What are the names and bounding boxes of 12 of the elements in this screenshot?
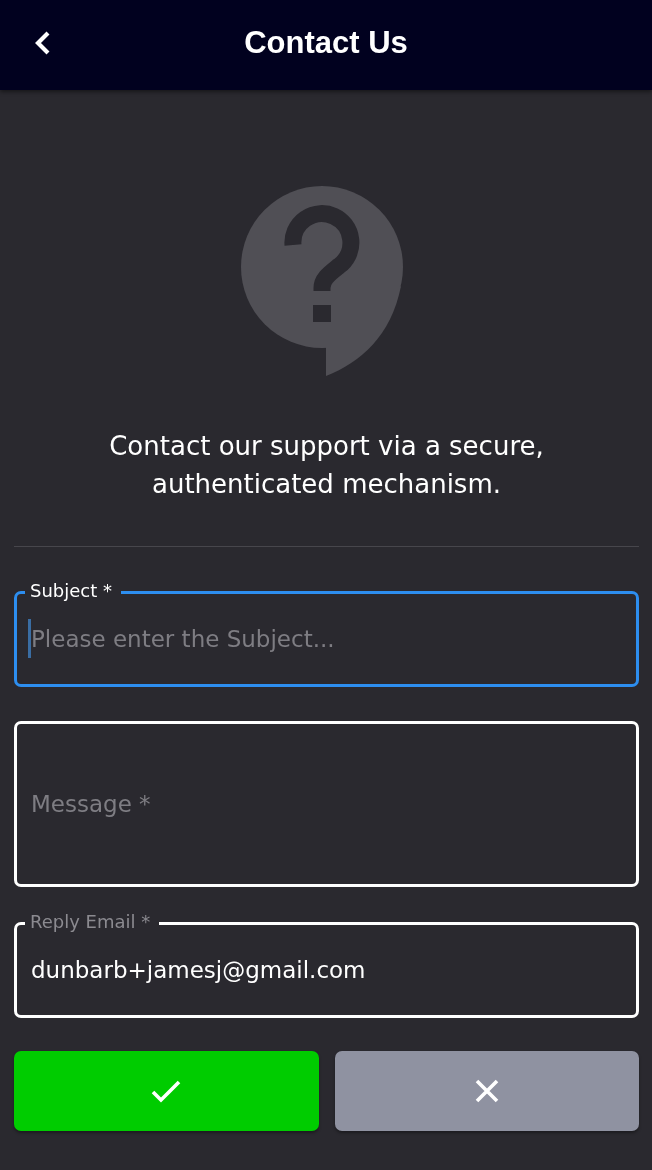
field-label: Subject *	[25, 580, 121, 602]
header-title: Contact Us	[244, 25, 408, 61]
check-icon	[151, 1079, 182, 1103]
text-cursor-icon	[28, 619, 31, 658]
question-bubble-icon	[241, 186, 403, 376]
intro-text: Contact our support via a secure, authenticated mechanism.	[108, 430, 545, 501]
close-icon	[474, 1079, 499, 1103]
field-label: Reply Email *	[25, 911, 160, 933]
chevron-left-icon	[35, 31, 51, 55]
text-area-field[interactable]: Message *	[14, 721, 639, 887]
confirm-button[interactable]	[14, 1051, 319, 1131]
cancel-button[interactable]	[334, 1051, 639, 1131]
